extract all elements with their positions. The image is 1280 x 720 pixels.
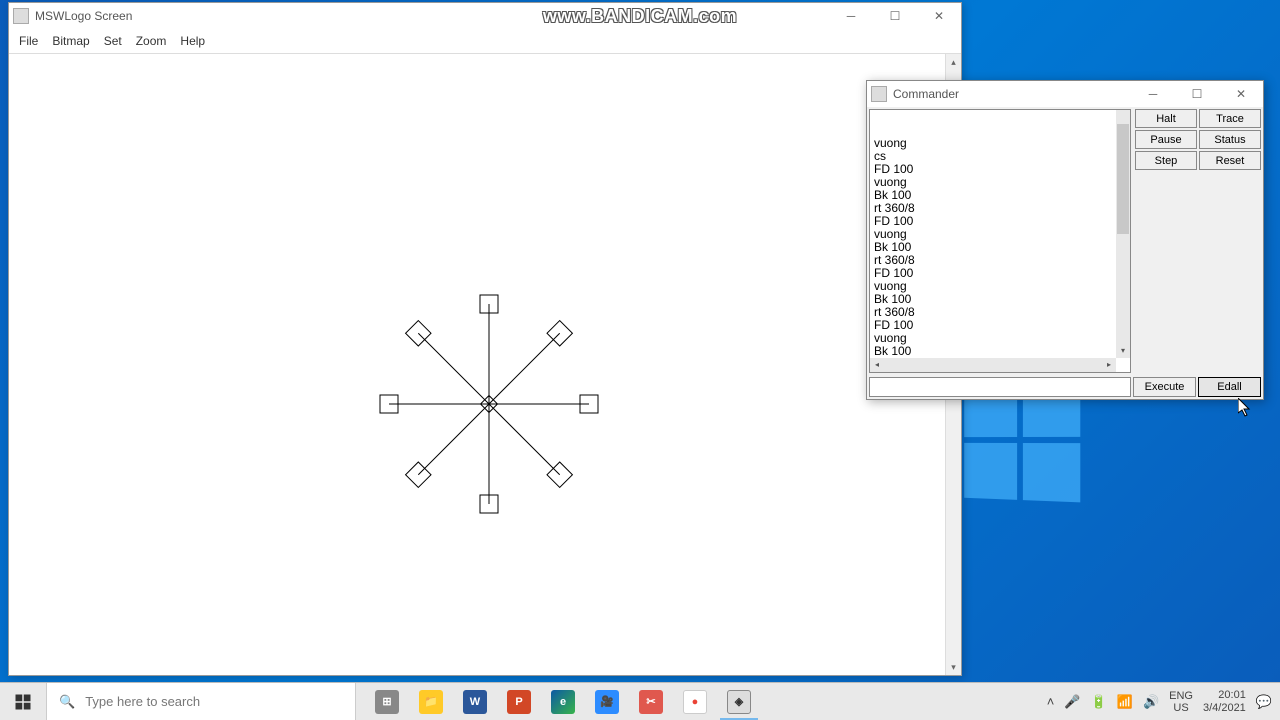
commander-maximize-button[interactable]: ☐ (1175, 81, 1219, 107)
file-explorer-button[interactable]: 📁 (410, 683, 452, 720)
tray-volume-icon[interactable]: 🔊 (1143, 694, 1159, 710)
menu-bitmap[interactable]: Bitmap (52, 34, 89, 48)
search-icon: 🔍 (59, 694, 75, 710)
taskbar: 🔍 Type here to search ⊞ 📁 W P e 🎥 ✂ ● ◈ … (0, 682, 1280, 720)
history-line[interactable]: FD 100 (874, 163, 1126, 176)
system-tray: ˄ 🎤 🔋 📶 🔊 ENG US 20:01 3/4/2021 💬 (1047, 683, 1280, 720)
tray-date: 3/4/2021 (1203, 702, 1246, 715)
mswlogo-window: MSWLogo Screen ─ ☐ ✕ File Bitmap Set Zoo… (8, 2, 962, 676)
commander-close-button[interactable]: ✕ (1219, 81, 1263, 107)
commander-buttons: Halt Trace Pause Status Step Reset (1133, 107, 1263, 375)
tray-battery-icon[interactable]: 🔋 (1091, 694, 1107, 710)
scroll-left-icon[interactable]: ◂ (870, 358, 884, 372)
menubar: File Bitmap Set Zoom Help (9, 29, 961, 53)
maximize-button[interactable]: ☐ (873, 3, 917, 29)
tray-chevron-icon[interactable]: ˄ (1047, 694, 1055, 709)
execute-button[interactable]: Execute (1133, 377, 1196, 397)
start-button[interactable] (0, 683, 46, 720)
history-line[interactable]: vuong (874, 280, 1126, 293)
windows-icon (14, 693, 32, 711)
powerpoint-button[interactable]: P (498, 683, 540, 720)
turtle-graphics (9, 54, 947, 675)
tray-notifications-icon[interactable]: 💬 (1256, 694, 1272, 710)
close-button[interactable]: ✕ (917, 3, 961, 29)
history-line[interactable]: vuong (874, 176, 1126, 189)
history-line[interactable]: vuong (874, 137, 1126, 150)
scroll-down-icon[interactable]: ▾ (946, 659, 961, 675)
app-icon (13, 8, 29, 24)
history-scrollbar-v[interactable]: ▴ ▾ (1116, 110, 1130, 358)
halt-button[interactable]: Halt (1135, 109, 1197, 128)
scroll-down-icon[interactable]: ▾ (1116, 344, 1130, 358)
command-history[interactable]: vuongcsFD 100vuongBk 100rt 360/8FD 100vu… (869, 109, 1131, 373)
scroll-right-icon[interactable]: ▸ (1102, 358, 1116, 372)
edall-button[interactable]: Edall (1198, 377, 1261, 397)
menu-file[interactable]: File (19, 34, 38, 48)
status-button[interactable]: Status (1199, 130, 1261, 149)
task-view-button[interactable]: ⊞ (366, 683, 408, 720)
trace-button[interactable]: Trace (1199, 109, 1261, 128)
edge-button[interactable]: e (542, 683, 584, 720)
history-line[interactable]: vuong (874, 228, 1126, 241)
pause-button[interactable]: Pause (1135, 130, 1197, 149)
minimize-button[interactable]: ─ (829, 3, 873, 29)
scroll-thumb[interactable] (1117, 124, 1129, 234)
tray-mic-icon[interactable]: 🎤 (1064, 694, 1080, 710)
word-button[interactable]: W (454, 683, 496, 720)
history-scrollbar-h[interactable]: ◂ ▸ (870, 358, 1116, 372)
snip-button[interactable]: ✂ (630, 683, 672, 720)
reset-button[interactable]: Reset (1199, 151, 1261, 170)
step-button[interactable]: Step (1135, 151, 1197, 170)
history-line[interactable]: FD 100 (874, 215, 1126, 228)
commander-title: Commander (893, 87, 1131, 101)
zoom-button[interactable]: 🎥 (586, 683, 628, 720)
history-line[interactable]: Bk 100 (874, 345, 1126, 358)
tray-wifi-icon[interactable]: 📶 (1117, 694, 1133, 710)
commander-titlebar[interactable]: Commander ─ ☐ ✕ (867, 81, 1263, 107)
drawing-canvas[interactable]: ▴ ▾ (9, 53, 961, 675)
commander-minimize-button[interactable]: ─ (1131, 81, 1175, 107)
commander-window: Commander ─ ☐ ✕ vuongcsFD 100vuongBk 100… (866, 80, 1264, 400)
scroll-up-icon[interactable]: ▴ (946, 54, 961, 70)
chrome-button[interactable]: ● (674, 683, 716, 720)
history-line[interactable]: FD 100 (874, 319, 1126, 332)
menu-help[interactable]: Help (180, 34, 205, 48)
search-placeholder: Type here to search (85, 694, 200, 709)
menu-zoom[interactable]: Zoom (136, 34, 167, 48)
taskbar-search[interactable]: 🔍 Type here to search (46, 683, 356, 720)
tray-clock[interactable]: 20:01 3/4/2021 (1203, 689, 1246, 715)
tray-time: 20:01 (1203, 689, 1246, 702)
mswlogo-taskbar-button[interactable]: ◈ (718, 683, 760, 720)
history-line[interactable]: FD 100 (874, 267, 1126, 280)
bandicam-watermark: www.BANDICAM.com (543, 6, 737, 27)
menu-set[interactable]: Set (104, 34, 122, 48)
commander-icon (871, 86, 887, 102)
command-input[interactable] (869, 377, 1131, 397)
tray-language[interactable]: ENG US (1169, 690, 1193, 714)
main-titlebar[interactable]: MSWLogo Screen ─ ☐ ✕ (9, 3, 961, 29)
history-line[interactable]: vuong (874, 332, 1126, 345)
